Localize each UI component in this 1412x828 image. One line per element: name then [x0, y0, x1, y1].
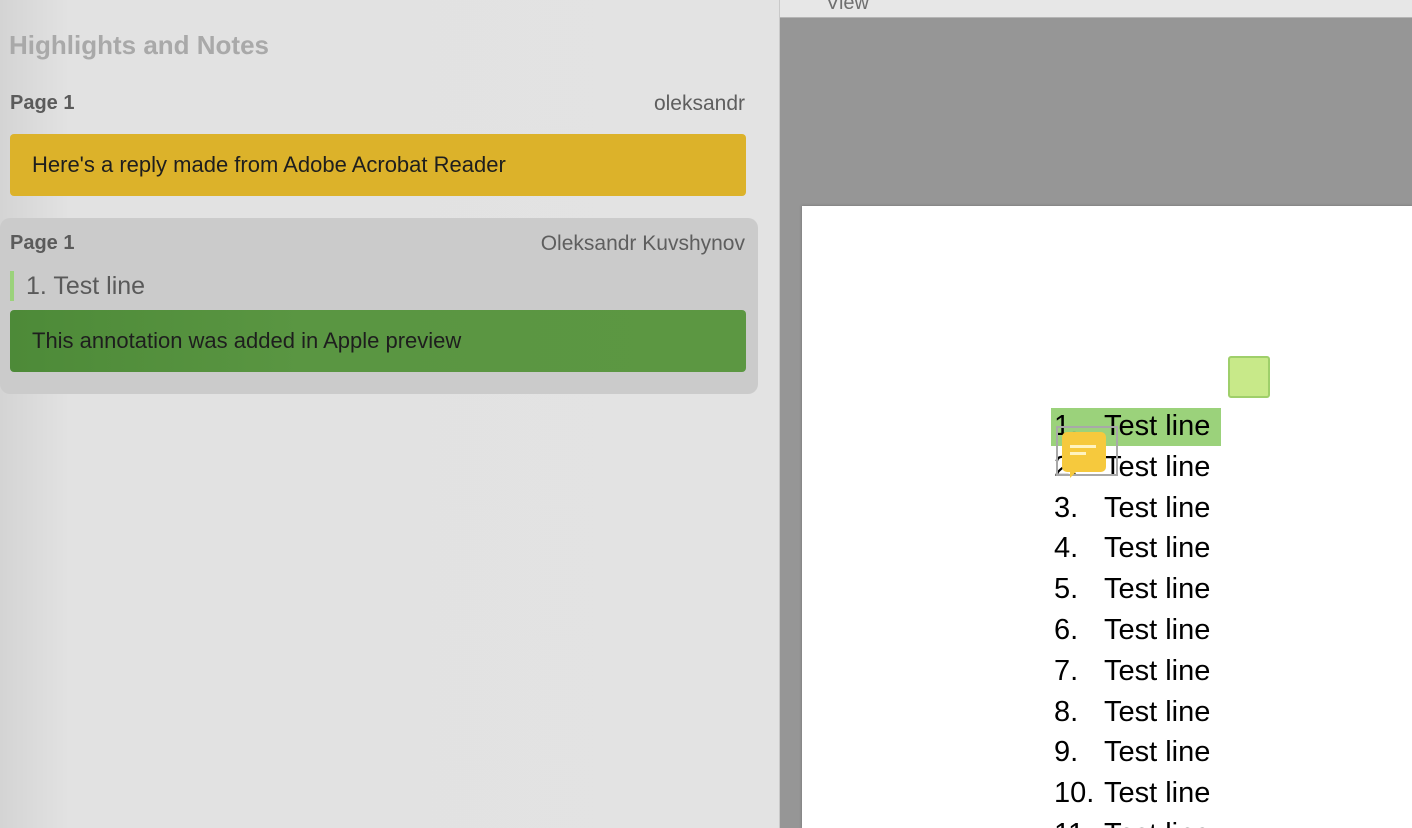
- line-number: 3.: [1054, 491, 1079, 524]
- annotation-header: Page 1 Oleksandr Kuvshynov: [10, 232, 745, 258]
- text-line: 11.Test line: [1054, 814, 1210, 828]
- line-number: 4.: [1054, 532, 1079, 565]
- line-number: 8.: [1054, 695, 1079, 728]
- text-line: 5. Test line: [1054, 569, 1210, 610]
- view-menu[interactable]: View: [826, 0, 869, 15]
- annotation-page: Page 1: [10, 92, 75, 114]
- text-line: 3. Test line: [1054, 488, 1210, 529]
- text-line: 8. Test line: [1054, 692, 1210, 733]
- pdf-page[interactable]: 1.Test line 2.Test line 3.Test line 4.Te…: [802, 206, 1412, 828]
- comment-icon[interactable]: [1056, 426, 1118, 478]
- line-text: Test line: [1104, 736, 1211, 769]
- line-text: Test line: [1104, 410, 1211, 442]
- annotation-header: Page 1 oleksandr: [10, 92, 745, 118]
- highlight-quote[interactable]: 1. Test line: [10, 271, 145, 301]
- line-text: Test line: [1104, 818, 1210, 828]
- line-number: 6.: [1054, 613, 1079, 646]
- comment-bubble: [1062, 432, 1106, 472]
- annotation-note[interactable]: This annotation was added in Apple previ…: [10, 310, 746, 372]
- note-icon[interactable]: [1228, 356, 1270, 398]
- annotation-page: Page 1: [10, 232, 75, 254]
- line-text: Test line: [1104, 532, 1211, 565]
- line-text: Test line: [1104, 695, 1211, 728]
- toolbar: View: [780, 0, 1412, 18]
- text-line: 10. Test line: [1054, 773, 1210, 814]
- sidebar-title: Highlights and Notes: [9, 30, 269, 60]
- annotation-group-selected[interactable]: Page 1 Oleksandr Kuvshynov 1. Test line …: [0, 218, 758, 394]
- highlights-sidebar: Highlights and Notes Page 1 oleksandr He…: [0, 0, 780, 828]
- line-text: Test line: [1104, 450, 1211, 483]
- line-text: Test line: [1104, 654, 1211, 687]
- line-number: 7.: [1054, 654, 1079, 687]
- annotation-group[interactable]: Page 1 oleksandr Here's a reply made fro…: [0, 78, 758, 208]
- text-line: 6. Test line: [1054, 610, 1210, 651]
- line-text: Test line: [1104, 777, 1211, 810]
- line-number: 9.: [1054, 736, 1079, 769]
- line-number: 11.: [1054, 814, 1104, 828]
- text-line: 4. Test line: [1054, 528, 1210, 569]
- line-text: Test line: [1104, 573, 1211, 606]
- line-text: Test line: [1104, 491, 1211, 524]
- line-text: Test line: [1104, 613, 1211, 646]
- text-line: 7. Test line: [1054, 651, 1210, 692]
- annotation-author: oleksandr: [653, 92, 745, 115]
- line-number: 10.: [1054, 777, 1095, 810]
- annotation-note[interactable]: Here's a reply made from Adobe Acrobat R…: [10, 134, 746, 196]
- annotation-author: Oleksandr Kuvshynov: [540, 232, 745, 255]
- document-view[interactable]: View 1.Test line 2.Test line 3.Test line…: [780, 0, 1412, 828]
- line-number: 5.: [1054, 573, 1079, 606]
- text-line: 9. Test line: [1054, 732, 1210, 773]
